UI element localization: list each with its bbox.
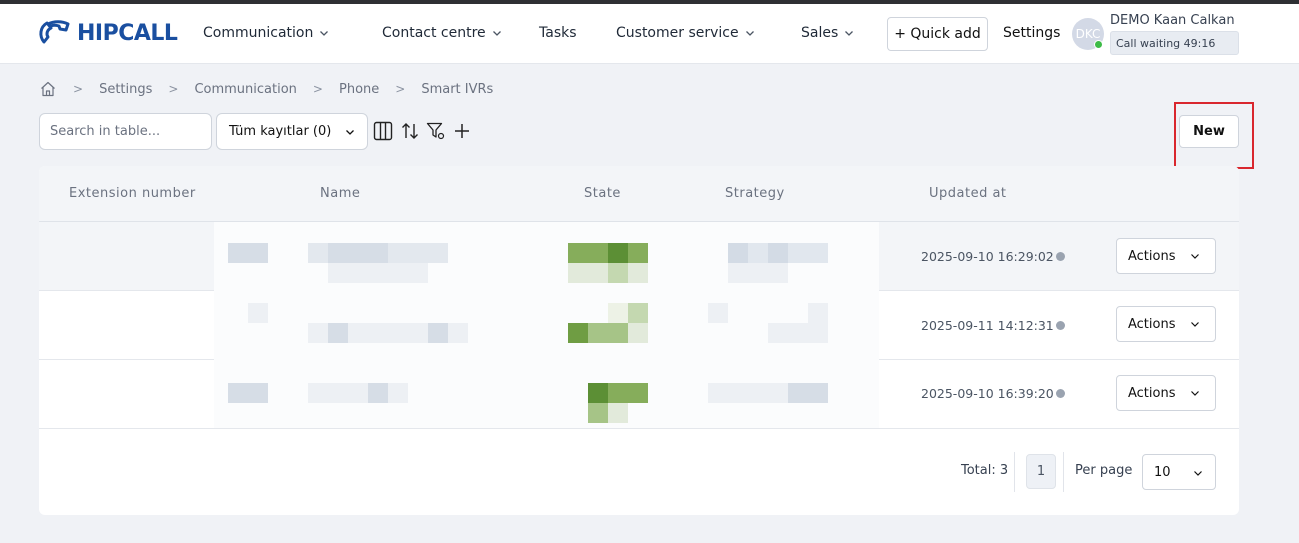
per-page-select[interactable]: 10 [1142,454,1216,490]
nav-label: Sales [801,25,839,41]
column-header[interactable]: State [584,186,621,201]
updated-at-value: 2025-09-11 14:12:31 [921,318,1054,333]
nav-sales[interactable]: Sales [801,25,854,41]
chevron-down-icon [320,31,329,36]
updated-at-cell: 2025-09-10 16:39:20 [921,386,1065,401]
chevron-right-icon: > [395,82,406,96]
nav-customer-service[interactable]: Customer service [616,25,755,41]
nav-communication[interactable]: Communication [203,25,329,41]
sort-icon[interactable] [400,121,420,141]
plus-icon[interactable] [452,121,472,141]
breadcrumb-item-phone[interactable]: Phone [339,82,379,97]
settings-link[interactable]: Settings [1003,25,1060,41]
chevron-down-icon [1190,391,1199,396]
actions-button[interactable]: Actions [1116,306,1216,342]
app-header: HIPCALL Communication Contact centre Tas… [0,4,1299,64]
total-count: Total: 3 [961,463,1009,478]
hipcall-logo[interactable]: HIPCALL [38,20,178,46]
highlight-annotation [1174,102,1254,169]
actions-label: Actions [1128,385,1176,401]
nav-label: Customer service [616,25,739,41]
nav-label: Contact centre [382,25,486,41]
column-header[interactable]: Updated at [929,186,1007,201]
nav-contact-centre[interactable]: Contact centre [382,25,502,41]
pagination-divider [1063,452,1064,492]
chevron-down-icon [1194,471,1202,476]
chevron-right-icon: > [312,82,323,96]
call-status-badge: Call waiting 49:16 [1110,31,1239,55]
search-input[interactable] [39,113,212,150]
redacted-content-region [214,222,879,428]
records-filter-value: Tüm kayıtlar (0) [229,124,332,139]
column-header[interactable]: Name [320,186,360,201]
chevron-right-icon: > [168,82,179,96]
nav-label: Communication [203,25,314,41]
user-name: DEMO Kaan Calkan [1110,13,1235,28]
table-header: Extension number Name State Strategy Upd… [39,166,1239,222]
filter-settings-icon[interactable] [426,121,446,141]
info-icon[interactable] [1055,321,1065,330]
info-icon[interactable] [1055,252,1065,261]
breadcrumb-item-settings[interactable]: Settings [99,82,152,97]
actions-label: Actions [1128,248,1176,264]
phone-logo-icon [39,20,70,44]
chevron-down-icon [492,31,501,36]
breadcrumb-item-communication[interactable]: Communication [194,82,296,97]
home-icon[interactable] [39,80,57,98]
chevron-right-icon: > [73,82,84,96]
smart-ivrs-table: Extension number Name State Strategy Upd… [39,166,1239,515]
chevron-down-icon [1190,254,1199,259]
chevron-down-icon [346,130,354,135]
updated-at-value: 2025-09-10 16:29:02 [921,249,1054,264]
per-page-label: Per page [1075,463,1133,478]
nav-label: Tasks [539,25,577,41]
updated-at-value: 2025-09-10 16:39:20 [921,386,1054,401]
chevron-down-icon [745,31,754,36]
chevron-down-icon [845,31,854,36]
column-header[interactable]: Extension number [69,186,196,201]
updated-at-cell: 2025-09-11 14:12:31 [921,318,1065,333]
nav-tasks[interactable]: Tasks [539,25,577,41]
columns-icon[interactable] [373,121,393,141]
page-button-current[interactable]: 1 [1026,454,1056,489]
chevron-down-icon [1190,322,1199,327]
per-page-value: 10 [1154,464,1171,480]
info-icon[interactable] [1055,389,1065,398]
actions-button[interactable]: Actions [1116,375,1216,411]
online-status-dot [1094,40,1103,49]
updated-at-cell: 2025-09-10 16:29:02 [921,249,1065,264]
breadcrumb-item-smart-ivrs: Smart IVRs [421,81,494,97]
actions-label: Actions [1128,316,1176,332]
column-header[interactable]: Strategy [725,186,785,201]
records-filter-select[interactable]: Tüm kayıtlar (0) [216,113,368,150]
pagination-divider [1014,452,1015,492]
quick-add-button[interactable]: + Quick add [887,17,988,51]
breadcrumb: > Settings > Communication > Phone > Sma… [39,80,493,98]
actions-button[interactable]: Actions [1116,238,1216,274]
brand-name: HIPCALL [77,20,178,46]
